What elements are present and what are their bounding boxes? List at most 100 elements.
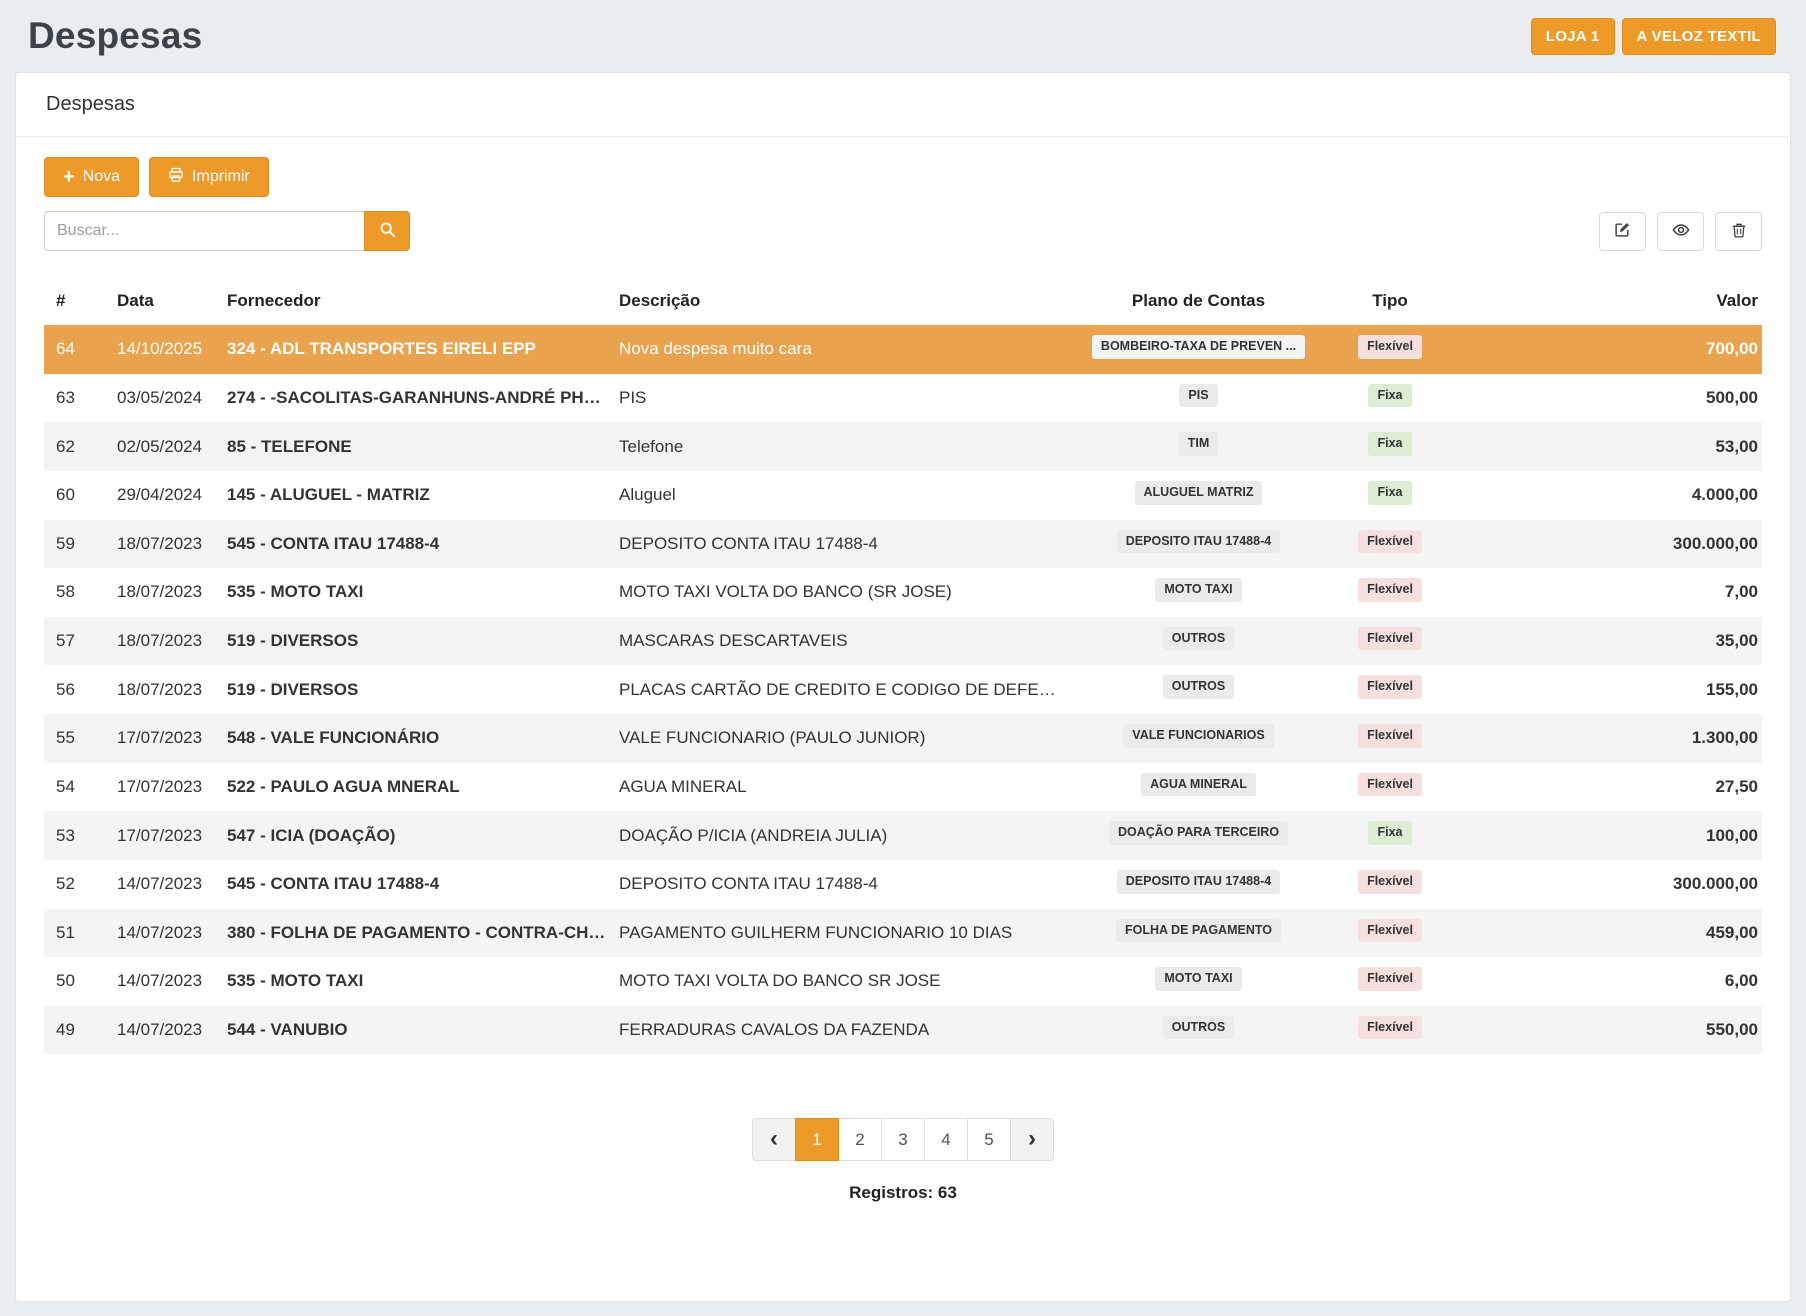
row-description: PIS	[611, 374, 1066, 423]
row-type-cell: Flexível	[1331, 860, 1449, 909]
table-row[interactable]: 55 17/07/2023 548 - VALE FUNCIONÁRIO VAL…	[44, 714, 1762, 763]
top-header: Despesas LOJA 1 A VELOZ TEXTIL	[0, 0, 1806, 72]
row-value: 4.000,00	[1449, 471, 1762, 520]
table-row[interactable]: 64 14/10/2025 324 - ADL TRANSPORTES EIRE…	[44, 325, 1762, 374]
pagination-page-4[interactable]: 4	[924, 1118, 968, 1161]
row-value: 300.000,00	[1449, 520, 1762, 569]
table-row[interactable]: 49 14/07/2023 544 - VANUBIO FERRADURAS C…	[44, 1006, 1762, 1055]
type-badge: Flexível	[1358, 627, 1422, 651]
row-value: 7,00	[1449, 568, 1762, 617]
despesas-panel: Despesas + Nova Imprimir	[15, 72, 1791, 1302]
records-count: Registros: 63	[44, 1183, 1762, 1203]
row-type-cell: Flexível	[1331, 325, 1449, 374]
row-value: 550,00	[1449, 1006, 1762, 1055]
column-header: Data	[109, 279, 219, 325]
account-plan-badge: BOMBEIRO-TAXA DE PREVEN ...	[1092, 335, 1305, 359]
table-row[interactable]: 51 14/07/2023 380 - FOLHA DE PAGAMENTO -…	[44, 909, 1762, 958]
account-plan-badge: ALUGUEL MATRIZ	[1135, 481, 1263, 505]
table-row[interactable]: 58 18/07/2023 535 - MOTO TAXI MOTO TAXI …	[44, 568, 1762, 617]
column-header: Fornecedor	[219, 279, 611, 325]
pagination-page-5[interactable]: 5	[967, 1118, 1011, 1161]
new-button-label: Nova	[83, 168, 120, 186]
row-value: 300.000,00	[1449, 860, 1762, 909]
row-type-cell: Flexível	[1331, 665, 1449, 714]
type-badge: Flexível	[1358, 578, 1422, 602]
row-description: MOTO TAXI VOLTA DO BANCO SR JOSE	[611, 957, 1066, 1006]
row-account-plan-cell: MOTO TAXI	[1066, 568, 1331, 617]
row-value: 155,00	[1449, 665, 1762, 714]
account-plan-badge: MOTO TAXI	[1155, 967, 1241, 991]
row-description: DEPOSITO CONTA ITAU 17488-4	[611, 860, 1066, 909]
table-row[interactable]: 62 02/05/2024 85 - TELEFONE Telefone TIM…	[44, 422, 1762, 471]
column-header: Descrição	[611, 279, 1066, 325]
account-plan-badge: DEPOSITO ITAU 17488-4	[1117, 870, 1280, 894]
new-button[interactable]: + Nova	[44, 157, 139, 197]
plus-icon: +	[63, 167, 75, 187]
account-plan-badge: MOTO TAXI	[1155, 578, 1241, 602]
table-row[interactable]: 56 18/07/2023 519 - DIVERSOS PLACAS CART…	[44, 665, 1762, 714]
table-row[interactable]: 63 03/05/2024 274 - -SACOLITAS-GARANHUNS…	[44, 374, 1762, 423]
account-plan-badge: PIS	[1179, 384, 1217, 408]
table-row[interactable]: 52 14/07/2023 545 - CONTA ITAU 17488-4 D…	[44, 860, 1762, 909]
table-row[interactable]: 57 18/07/2023 519 - DIVERSOS MASCARAS DE…	[44, 617, 1762, 666]
table-row[interactable]: 60 29/04/2024 145 - ALUGUEL - MATRIZ Alu…	[44, 471, 1762, 520]
row-id: 64	[44, 325, 109, 374]
row-id: 58	[44, 568, 109, 617]
pagination-page-1[interactable]: 1	[795, 1118, 839, 1161]
search-button[interactable]	[364, 211, 410, 251]
row-type-cell: Fixa	[1331, 471, 1449, 520]
row-date: 14/07/2023	[109, 957, 219, 1006]
table-row[interactable]: 54 17/07/2023 522 - PAULO AGUA MNERAL AG…	[44, 763, 1762, 812]
store-button[interactable]: LOJA 1	[1531, 18, 1615, 55]
row-id: 60	[44, 471, 109, 520]
pagination-page-2[interactable]: 2	[838, 1118, 882, 1161]
row-value: 35,00	[1449, 617, 1762, 666]
row-supplier: 519 - DIVERSOS	[219, 665, 611, 714]
expenses-table: #DataFornecedorDescriçãoPlano de ContasT…	[44, 279, 1762, 1054]
table-row[interactable]: 59 18/07/2023 545 - CONTA ITAU 17488-4 D…	[44, 520, 1762, 569]
column-header: Valor	[1449, 279, 1762, 325]
type-badge: Flexível	[1358, 675, 1422, 699]
type-badge: Flexível	[1358, 870, 1422, 894]
account-plan-badge: FOLHA DE PAGAMENTO	[1116, 919, 1281, 943]
header-buttons: LOJA 1 A VELOZ TEXTIL	[1531, 18, 1776, 55]
row-id: 54	[44, 763, 109, 812]
pagination-prev[interactable]: ‹	[752, 1118, 796, 1161]
edit-button[interactable]	[1599, 212, 1646, 251]
type-badge: Flexível	[1358, 335, 1422, 359]
row-id: 51	[44, 909, 109, 958]
eye-icon	[1672, 221, 1690, 242]
delete-button[interactable]	[1715, 212, 1762, 251]
row-date: 18/07/2023	[109, 617, 219, 666]
account-plan-badge: VALE FUNCIONARIOS	[1123, 724, 1273, 748]
row-date: 03/05/2024	[109, 374, 219, 423]
row-date: 14/07/2023	[109, 860, 219, 909]
row-account-plan-cell: FOLHA DE PAGAMENTO	[1066, 909, 1331, 958]
row-account-plan-cell: OUTROS	[1066, 1006, 1331, 1055]
row-type-cell: Flexível	[1331, 714, 1449, 763]
row-type-cell: Flexível	[1331, 763, 1449, 812]
table-row[interactable]: 53 17/07/2023 547 - ICIA (DOAÇÃO) DOAÇÃO…	[44, 811, 1762, 860]
row-description: MASCARAS DESCARTAVEIS	[611, 617, 1066, 666]
row-description: DEPOSITO CONTA ITAU 17488-4	[611, 520, 1066, 569]
company-button[interactable]: A VELOZ TEXTIL	[1622, 18, 1776, 55]
row-description: FERRADURAS CAVALOS DA FAZENDA	[611, 1006, 1066, 1055]
account-plan-badge: OUTROS	[1163, 627, 1234, 651]
row-supplier: 274 - -SACOLITAS-GARANHUNS-ANDRÉ PH…	[219, 374, 611, 423]
row-account-plan-cell: AGUA MINERAL	[1066, 763, 1331, 812]
row-description: PLACAS CARTÃO DE CREDITO E CODIGO DE DEF…	[611, 665, 1066, 714]
row-supplier: 324 - ADL TRANSPORTES EIRELI EPP	[219, 325, 611, 374]
row-date: 18/07/2023	[109, 520, 219, 569]
type-badge: Flexível	[1358, 530, 1422, 554]
pagination-next[interactable]: ›	[1010, 1118, 1054, 1161]
table-row[interactable]: 50 14/07/2023 535 - MOTO TAXI MOTO TAXI …	[44, 957, 1762, 1006]
view-button[interactable]	[1657, 212, 1704, 251]
page-title: Despesas	[28, 15, 202, 57]
row-description: Aluguel	[611, 471, 1066, 520]
print-button[interactable]: Imprimir	[149, 157, 269, 197]
row-type-cell: Flexível	[1331, 568, 1449, 617]
search-input[interactable]	[44, 211, 364, 251]
row-account-plan-cell: ALUGUEL MATRIZ	[1066, 471, 1331, 520]
pagination-page-3[interactable]: 3	[881, 1118, 925, 1161]
row-date: 17/07/2023	[109, 811, 219, 860]
